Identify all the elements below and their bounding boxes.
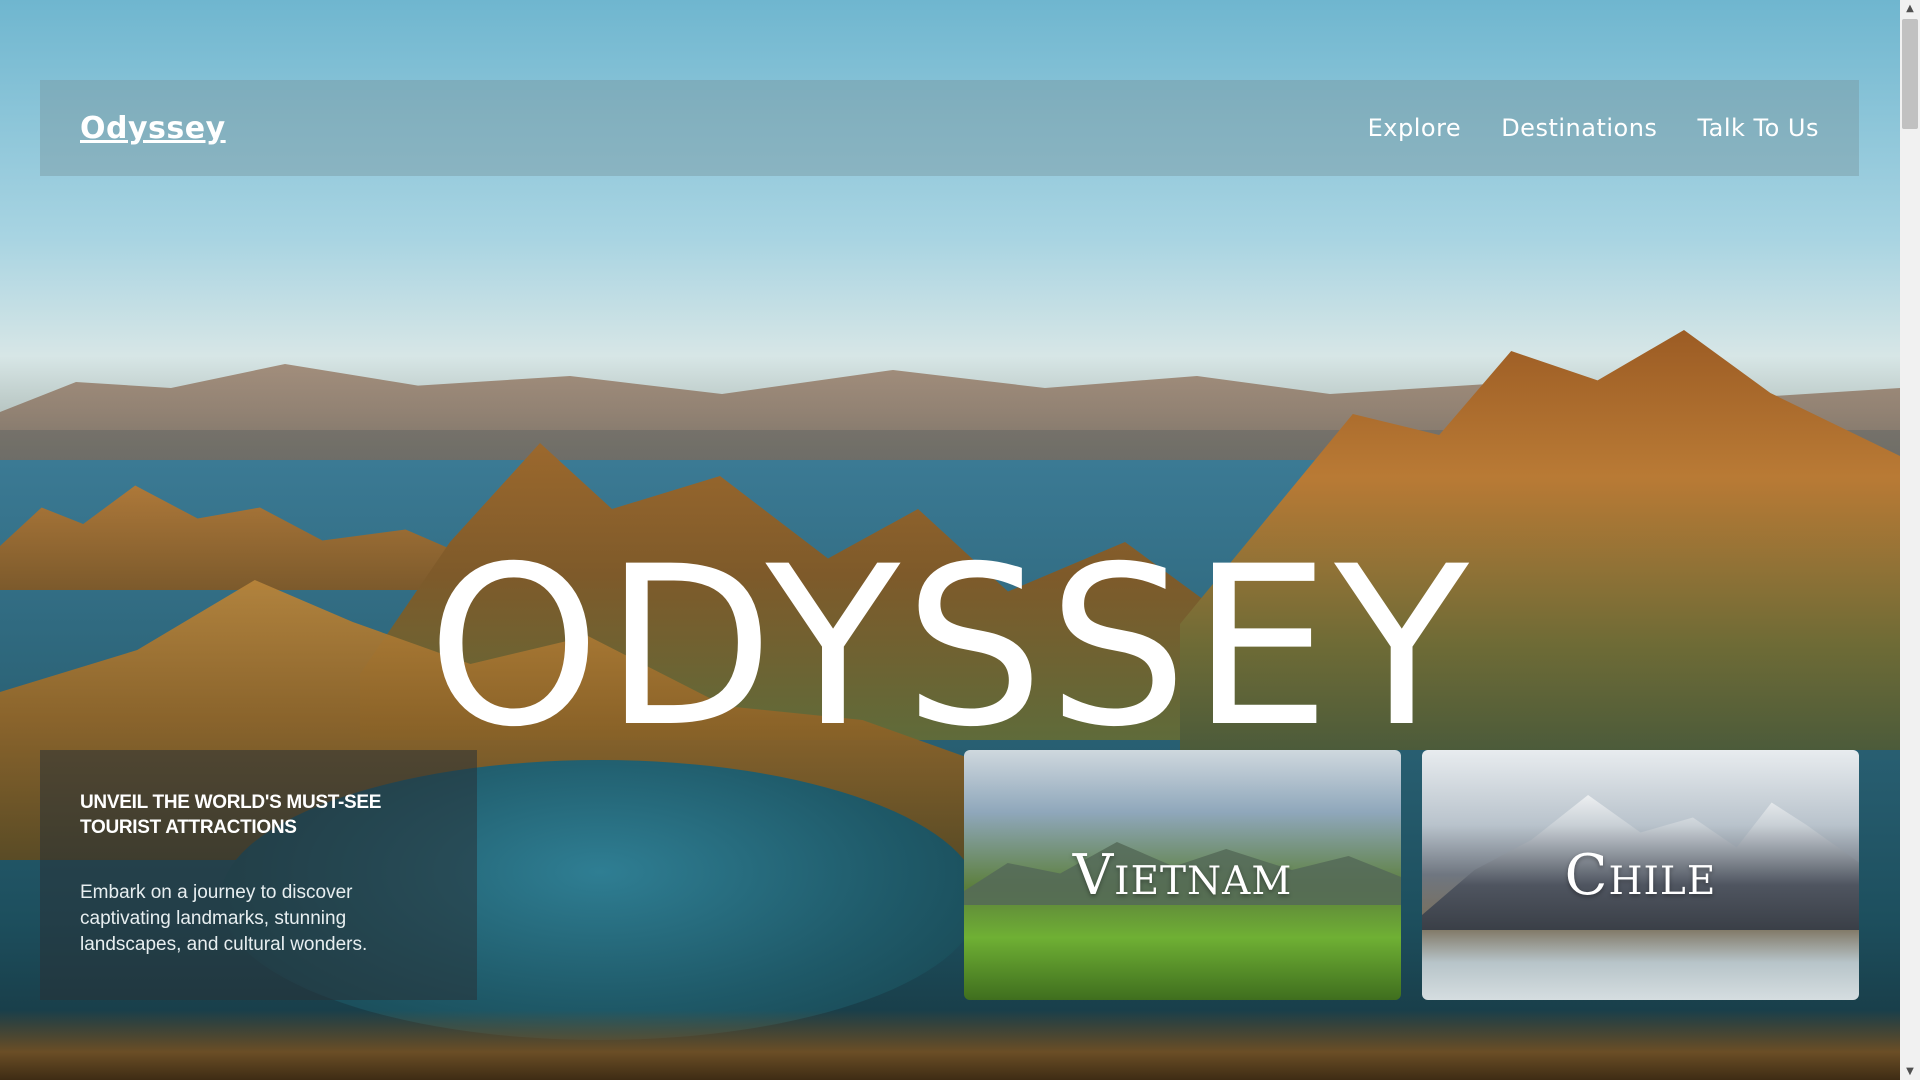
brand-logo[interactable]: Odyssey	[80, 111, 226, 146]
nav-link-explore[interactable]: Explore	[1368, 114, 1462, 142]
destination-card-vietnam[interactable]: Vietnam	[964, 750, 1401, 1000]
vertical-scrollbar[interactable]: ▲ ▼	[1900, 0, 1920, 1080]
destination-label-vietnam: Vietnam	[1072, 842, 1293, 908]
nav-links: Explore Destinations Talk To Us	[1368, 114, 1819, 142]
scroll-up-icon[interactable]: ▲	[1900, 0, 1920, 17]
background-grass	[0, 1010, 1900, 1080]
scrollbar-thumb[interactable]	[1902, 19, 1918, 129]
nav-link-destinations[interactable]: Destinations	[1501, 114, 1657, 142]
destination-card-chile[interactable]: Chile	[1422, 750, 1859, 1000]
info-card: Unveil the world's must-see tourist attr…	[40, 750, 477, 1000]
info-card-text: Embark on a journey to discover captivat…	[80, 882, 368, 955]
hero-title: ODYSSEY	[427, 519, 1473, 776]
page: Odyssey Explore Destinations Talk To Us …	[0, 0, 1900, 1080]
nav-link-talk-to-us[interactable]: Talk To Us	[1697, 114, 1819, 142]
destination-label-chile: Chile	[1564, 842, 1717, 908]
info-card-heading: Unveil the world's must-see tourist attr…	[80, 792, 382, 838]
scroll-down-icon[interactable]: ▼	[1900, 1063, 1920, 1080]
navbar: Odyssey Explore Destinations Talk To Us	[40, 80, 1859, 176]
